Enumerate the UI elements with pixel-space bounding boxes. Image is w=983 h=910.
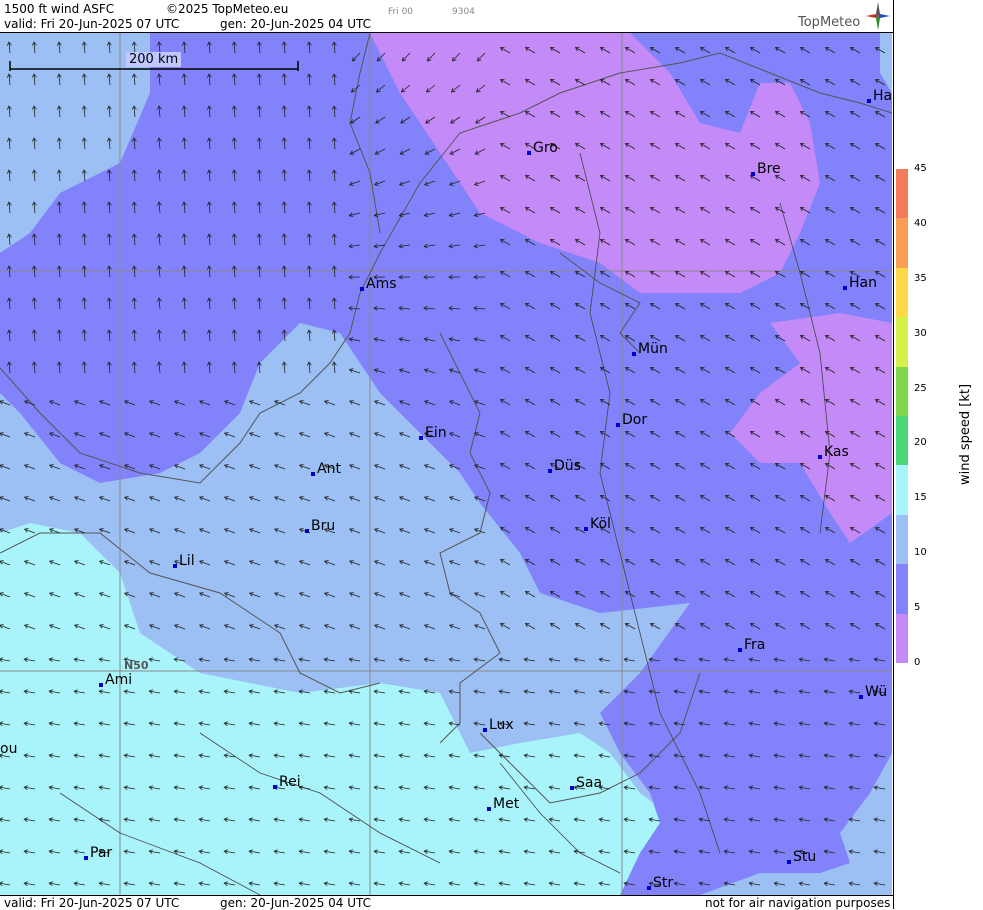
gen-time: gen: 20-Jun-2025 04 UTC xyxy=(220,17,371,31)
legend-tick-label: 40 xyxy=(914,218,927,229)
legend-tick-label: 5 xyxy=(914,602,920,613)
legend-tick-label: 25 xyxy=(914,383,927,394)
scale-label: 200 km xyxy=(126,52,181,67)
compass-icon xyxy=(866,2,890,30)
disclaimer: not for air navigation purposes xyxy=(705,896,890,910)
valid-time: valid: Fri 20-Jun-2025 07 UTC xyxy=(4,17,179,31)
day-code: Fri 00 xyxy=(388,5,413,19)
legend-color-segment xyxy=(896,416,908,465)
legend-color-segment xyxy=(896,218,908,267)
topmeteo-logo: TopMeteo xyxy=(798,15,860,30)
legend-color-segment xyxy=(896,465,908,514)
legend-color-segment xyxy=(896,268,908,317)
wind-map[interactable]: 200 km N50 Gro Bre Ha Ams Han Mün Dor Ei… xyxy=(0,33,892,895)
legend-color-segment xyxy=(896,564,908,613)
footer-valid-time: valid: Fri 20-Jun-2025 07 UTC xyxy=(4,896,179,910)
legend-color-bar xyxy=(896,169,908,663)
legend-color-segment xyxy=(896,614,908,663)
legend-tick-label: 20 xyxy=(914,437,927,448)
legend-tick-label: 30 xyxy=(914,328,927,339)
copyright: ©2025 TopMeteo.eu xyxy=(166,2,288,16)
latitude-label: N50 xyxy=(124,659,149,672)
legend-tick-label: 0 xyxy=(914,657,920,668)
legend-tick-label: 10 xyxy=(914,547,927,558)
legend-tick-label: 35 xyxy=(914,273,927,284)
legend-color-segment xyxy=(896,317,908,366)
legend-tick-label: 15 xyxy=(914,492,927,503)
legend-title: wind speed [kt] xyxy=(958,384,973,485)
legend-color-segment xyxy=(896,169,908,218)
product-title: 1500 ft wind ASFC xyxy=(4,2,114,16)
run-code: 9304 xyxy=(452,5,475,19)
header-bar: 1500 ft wind ASFC ©2025 TopMeteo.eu Fri … xyxy=(0,0,893,33)
legend-color-segment xyxy=(896,515,908,564)
legend-tick-label: 45 xyxy=(914,163,927,174)
footer-gen-time: gen: 20-Jun-2025 04 UTC xyxy=(220,896,371,910)
legend-color-segment xyxy=(896,367,908,416)
footer-bar: valid: Fri 20-Jun-2025 07 UTC gen: 20-Ju… xyxy=(0,895,893,910)
